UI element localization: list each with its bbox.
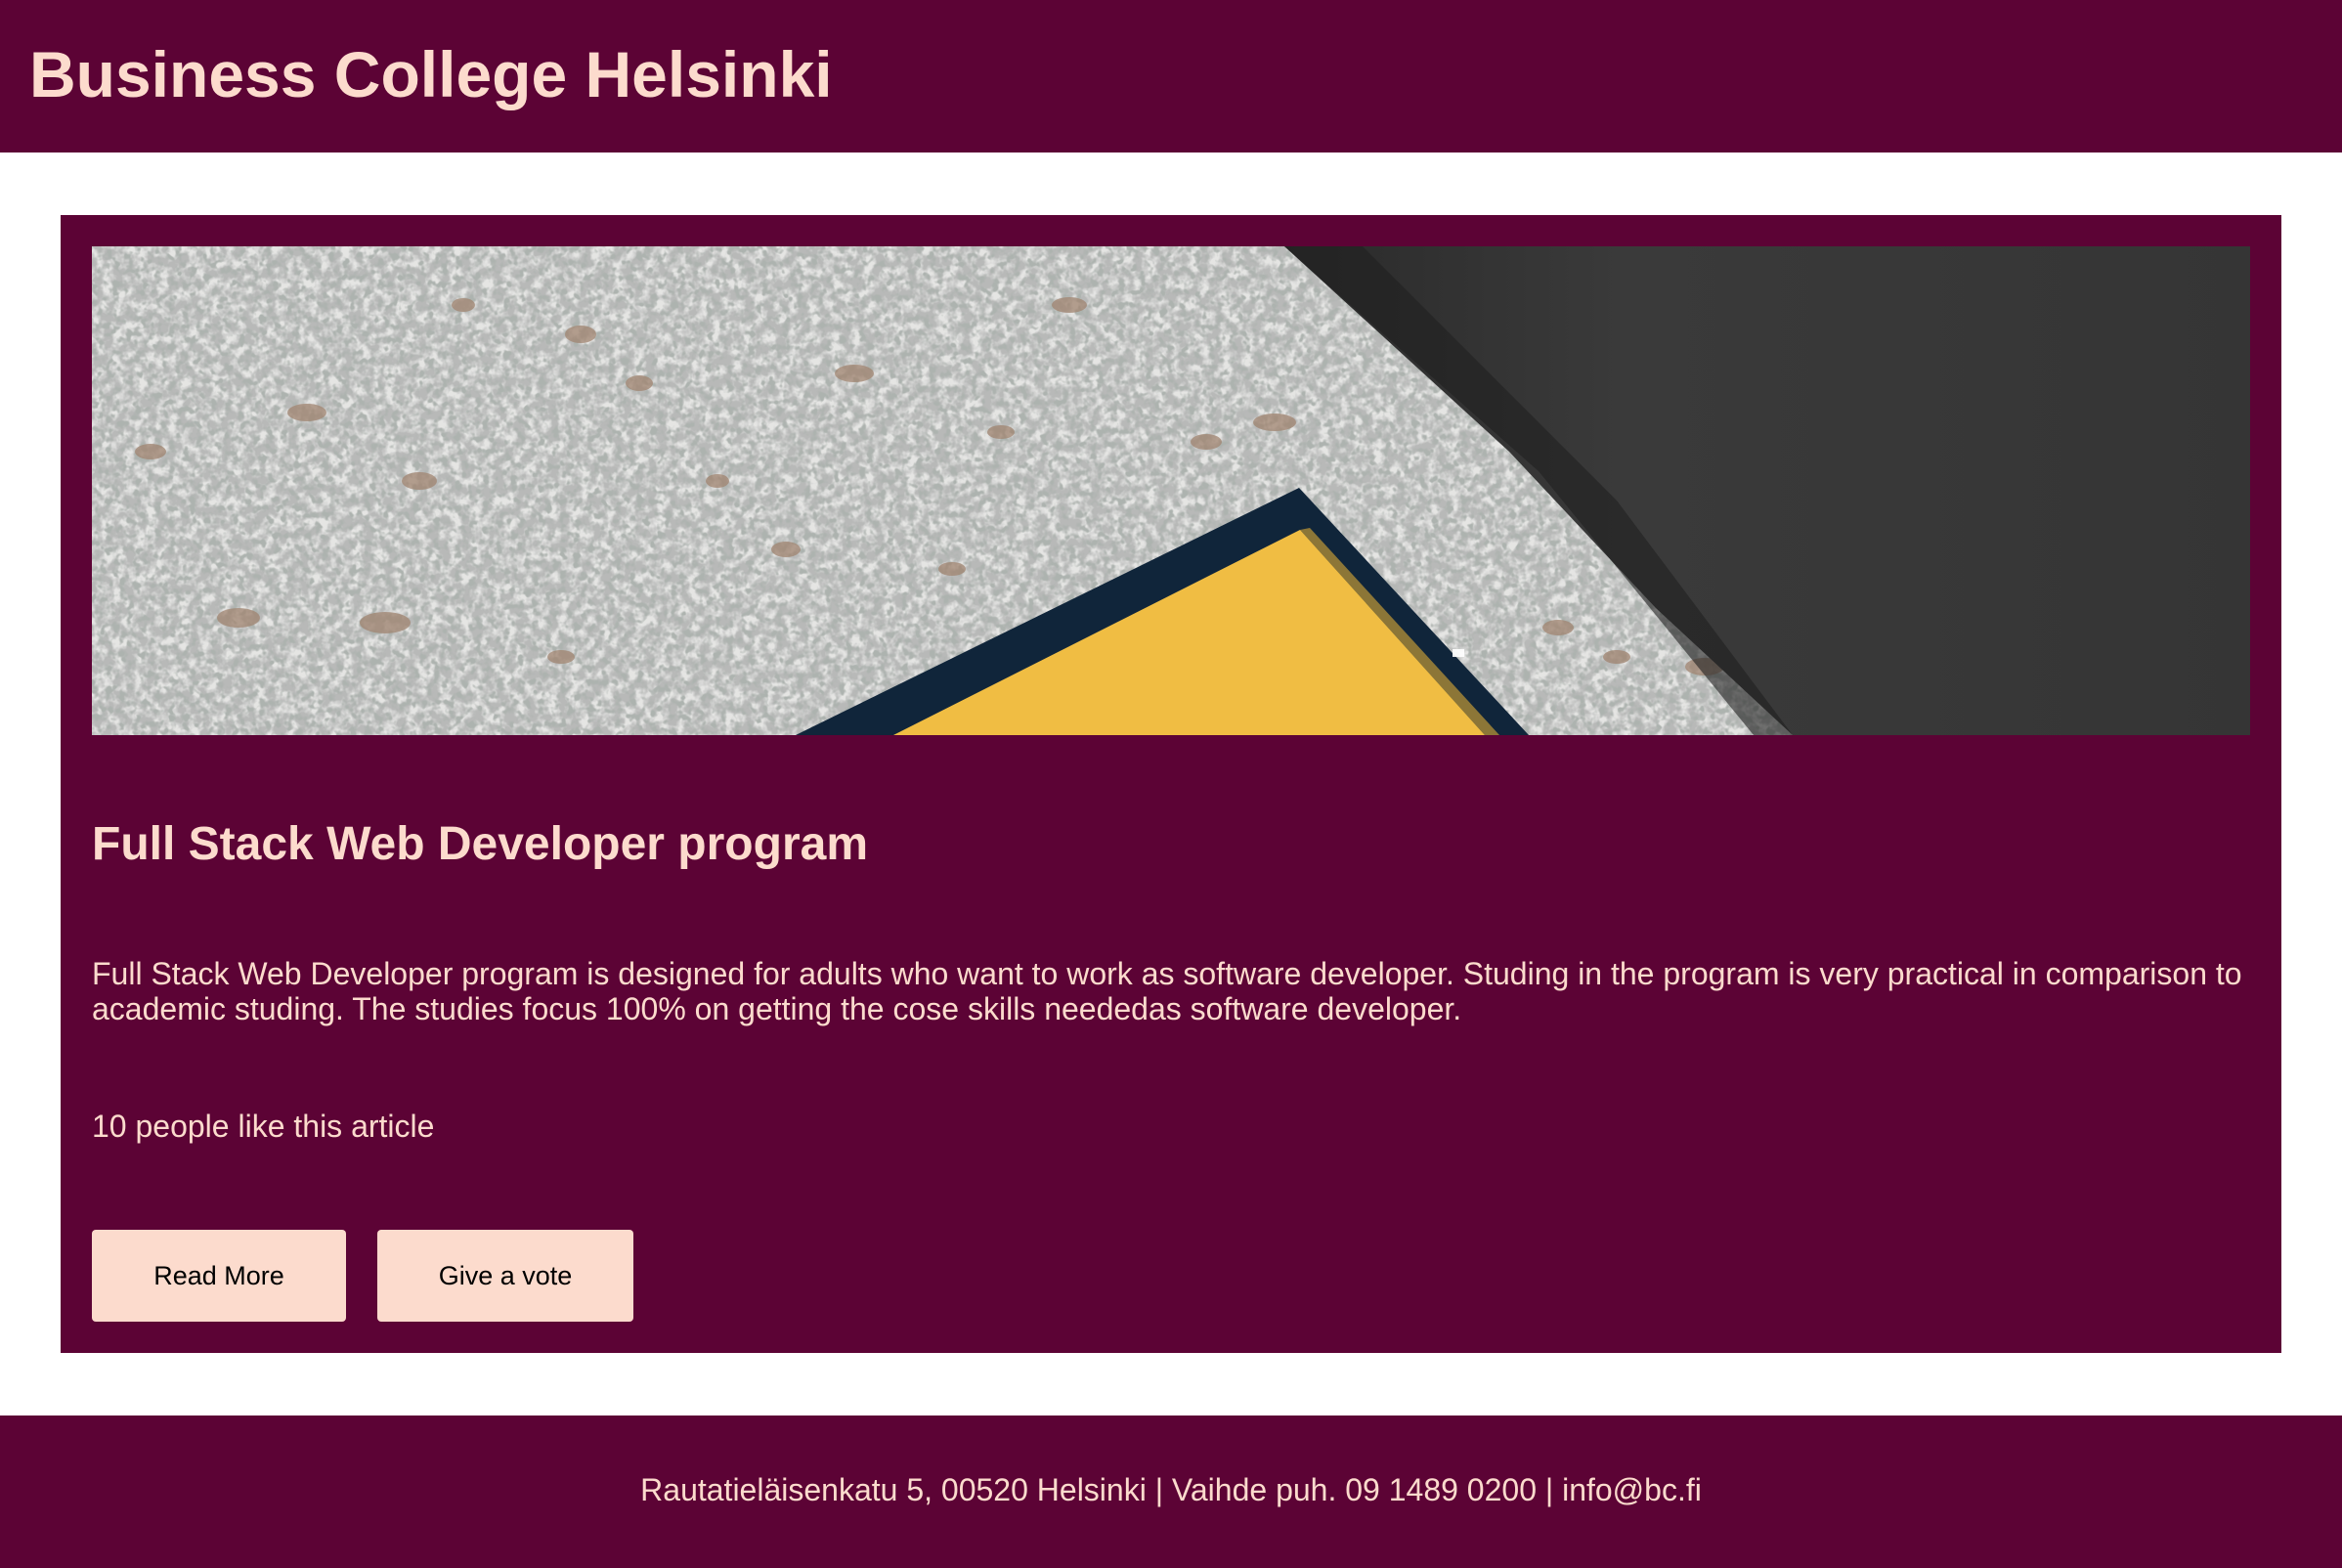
article-card: Full Stack Web Developer program Full St…	[61, 215, 2281, 1353]
site-header: Business College Helsinki	[0, 0, 2342, 152]
give-vote-button[interactable]: Give a vote	[377, 1230, 633, 1322]
photo-terrazzo-yellow-paper-icon	[92, 246, 2250, 735]
article-description: Full Stack Web Developer program is desi…	[92, 956, 2242, 1026]
footer-contact-text: Rautatieläisenkatu 5, 00520 Helsinki | V…	[640, 1472, 1702, 1507]
read-more-button[interactable]: Read More	[92, 1230, 346, 1322]
like-count-text: 10 people like this article	[92, 1109, 435, 1144]
site-footer: Rautatieläisenkatu 5, 00520 Helsinki | V…	[0, 1416, 2342, 1568]
article-image	[92, 246, 2250, 735]
site-title: Business College Helsinki	[29, 38, 833, 110]
article-title: Full Stack Web Developer program	[92, 818, 868, 870]
